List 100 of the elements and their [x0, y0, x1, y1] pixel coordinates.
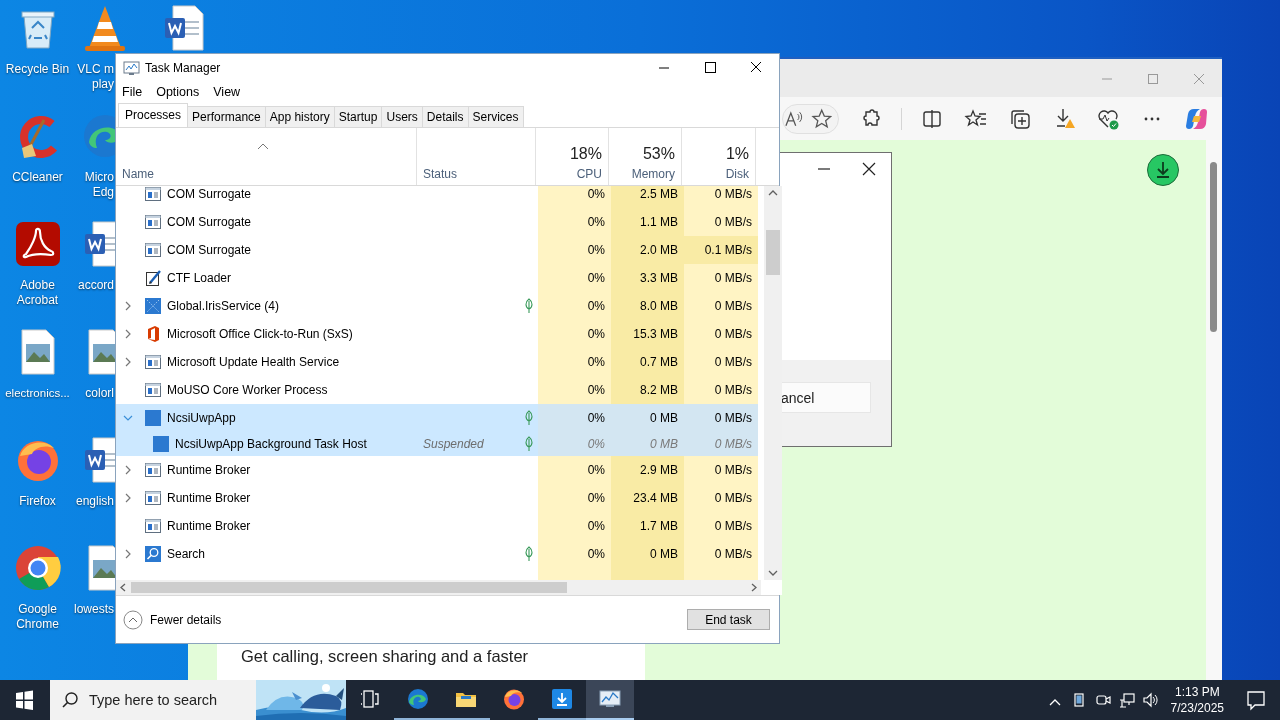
app-icon	[144, 409, 162, 427]
desktop-icon-label[interactable]: VLC m play	[77, 62, 114, 92]
expand-chevron-icon[interactable]	[123, 301, 133, 311]
column-header[interactable]: Status	[423, 167, 529, 181]
disk-value: 0.1 MB/s	[704, 243, 752, 257]
process-row[interactable]: Microsoft Update Health Service 0% 0.7 MB 0 MB/s	[116, 348, 761, 376]
desktop-icon-label[interactable]: accord	[77, 278, 114, 293]
process-row[interactable]: CTF Loader 0% 3.3 MB 0 MB/s	[116, 264, 761, 292]
process-row[interactable]: COM Surrogate 0% 2.0 MB 0.1 MB/s	[116, 236, 761, 264]
expand-chevron-icon[interactable]	[123, 357, 133, 367]
expand-chevron-icon[interactable]	[123, 493, 133, 503]
scrollbar-thumb[interactable]	[1210, 162, 1217, 332]
promo-text: Get calling, screen sharing and a faster	[240, 646, 530, 666]
desktop-icon-label[interactable]: colorl	[85, 386, 114, 401]
memory-value: 0.7 MB	[640, 355, 678, 369]
desktop-icon-label[interactable]: Recycle Bin	[5, 62, 70, 77]
column-header[interactable]: CPU	[576, 167, 602, 181]
tab[interactable]: Processes	[118, 103, 189, 127]
process-name: Runtime Broker	[167, 519, 251, 533]
process-row[interactable]: COM Surrogate 0% 1.1 MB 0 MB/s	[116, 208, 761, 236]
tab[interactable]: Performance	[188, 106, 266, 127]
desktop-icon-label[interactable]: Firefox	[19, 494, 56, 509]
expand-chevron-icon[interactable]	[123, 329, 133, 339]
scrollbar-thumb[interactable]	[766, 230, 780, 275]
tab[interactable]: Startup	[334, 106, 383, 127]
tab[interactable]: App history	[265, 106, 335, 127]
search-field[interactable]: Type here to search	[50, 680, 256, 720]
memory-value: 8.0 MB	[640, 299, 678, 313]
menu-item[interactable]: File	[122, 85, 143, 99]
sort-caret-icon[interactable]	[257, 143, 269, 150]
desktop-icon-label[interactable]: Google Chrome	[1, 602, 74, 632]
expand-chevron-icon[interactable]	[123, 549, 133, 559]
memory-value: 0 MB	[650, 547, 678, 561]
end-task-button[interactable]: End task	[687, 609, 770, 630]
collapse-chevron-icon[interactable]	[123, 413, 133, 423]
desktop-icon-label[interactable]: Micro Edg	[84, 170, 114, 200]
taskbar-button[interactable]	[586, 680, 634, 720]
desktop-icon-label[interactable]: lowests	[74, 602, 114, 617]
fewer-details-link[interactable]: Fewer details	[123, 609, 222, 630]
column-header[interactable]: Memory	[631, 167, 675, 181]
process-row[interactable]: Global.IrisService (4) 0% 8.0 MB 0 MB/s	[116, 292, 761, 320]
process-row[interactable]: MoUSO Core Worker Process 0% 8.2 MB 0 MB/s	[116, 376, 761, 404]
process-row[interactable]: Runtime Broker 0% 1.7 MB 0 MB/s	[116, 512, 761, 540]
process-window-icon	[144, 381, 162, 399]
download-icon[interactable]	[1146, 153, 1180, 187]
disk-value: 0 MB/s	[714, 299, 752, 313]
process-row[interactable]: Search 0% 0 MB 0 MB/s	[116, 540, 761, 568]
desktop-icon-label[interactable]: CCleaner	[12, 170, 63, 185]
column-header[interactable]: Name	[122, 167, 410, 181]
favorite-star-icon[interactable]	[810, 107, 832, 130]
desktop-icon-label[interactable]: electronics...	[5, 386, 70, 401]
network-icon[interactable]	[1117, 691, 1136, 709]
cpu-value: 0%	[587, 299, 605, 313]
cancel-button[interactable]: ancel	[779, 382, 871, 413]
horizontal-scrollbar[interactable]	[116, 580, 761, 595]
volume-icon[interactable]	[1141, 691, 1160, 709]
memory-value: 15.3 MB	[633, 327, 678, 341]
window-title: Task Manager	[145, 60, 222, 75]
process-row[interactable]: COM Surrogate 0% 2.5 MB 0 MB/s	[116, 186, 761, 208]
memory-value: 8.2 MB	[640, 383, 678, 397]
cpu-value: 0%	[587, 271, 605, 285]
vertical-scrollbar[interactable]	[764, 186, 782, 580]
memory-value: 3.3 MB	[640, 271, 678, 285]
memory-value: 2.0 MB	[640, 243, 678, 257]
process-row[interactable]: Microsoft Office Click-to-Run (SxS) 0% 15.3 MB 0 MB/s	[116, 320, 761, 348]
expand-chevron-icon[interactable]	[123, 465, 133, 475]
tab[interactable]: Users	[382, 106, 423, 127]
process-window-icon	[144, 353, 162, 371]
menu-item[interactable]: View	[213, 85, 241, 99]
desktop-icon-label[interactable]: english	[75, 494, 114, 509]
process-name: COM Surrogate	[167, 243, 252, 257]
process-row[interactable]: Runtime Broker 0% 2.9 MB 0 MB/s	[116, 456, 761, 484]
tab[interactable]: Details	[422, 106, 469, 127]
desktop-icon-label[interactable]: Adobe Acrobat	[1, 278, 74, 308]
disk-value: 0 MB/s	[714, 547, 752, 561]
disk-value: 0 MB/s	[714, 491, 752, 505]
task-manager-icon	[123, 59, 141, 76]
edge-icon[interactable]	[406, 687, 430, 711]
clock-date[interactable]: 7/23/2025	[1170, 700, 1224, 716]
cpu-value: 0%	[587, 411, 605, 425]
process-name: Microsoft Office Click-to-Run (SxS)	[167, 327, 353, 341]
process-row[interactable]: NcsiUwpApp Background Task Host Suspended 0% 0 MB 0 MB/s	[116, 432, 761, 456]
cpu-value: 0%	[587, 463, 605, 477]
process-name: Runtime Broker	[167, 491, 251, 505]
process-name: NcsiUwpApp	[167, 411, 236, 425]
task-view-icon[interactable]	[358, 687, 382, 711]
process-window-icon	[144, 461, 162, 479]
acrobat-icon[interactable]	[13, 220, 62, 268]
tab[interactable]: Services	[468, 106, 524, 127]
download-app-icon[interactable]	[550, 687, 574, 711]
memory-value: 0 MB	[650, 437, 678, 451]
chrome-icon[interactable]	[13, 544, 62, 592]
process-row[interactable]: NcsiUwpApp 0% 0 MB 0 MB/s	[116, 404, 761, 432]
menu-item[interactable]: Options	[156, 85, 200, 99]
clock-time[interactable]: 1:13 PM	[1174, 684, 1220, 700]
address-bar[interactable]	[782, 103, 839, 134]
scrollbar-thumb[interactable]	[131, 582, 567, 593]
process-row[interactable]: Runtime Broker 0% 23.4 MB 0 MB/s	[116, 484, 761, 512]
firefox-icon[interactable]	[502, 687, 526, 711]
column-header[interactable]: Disk	[725, 167, 749, 181]
